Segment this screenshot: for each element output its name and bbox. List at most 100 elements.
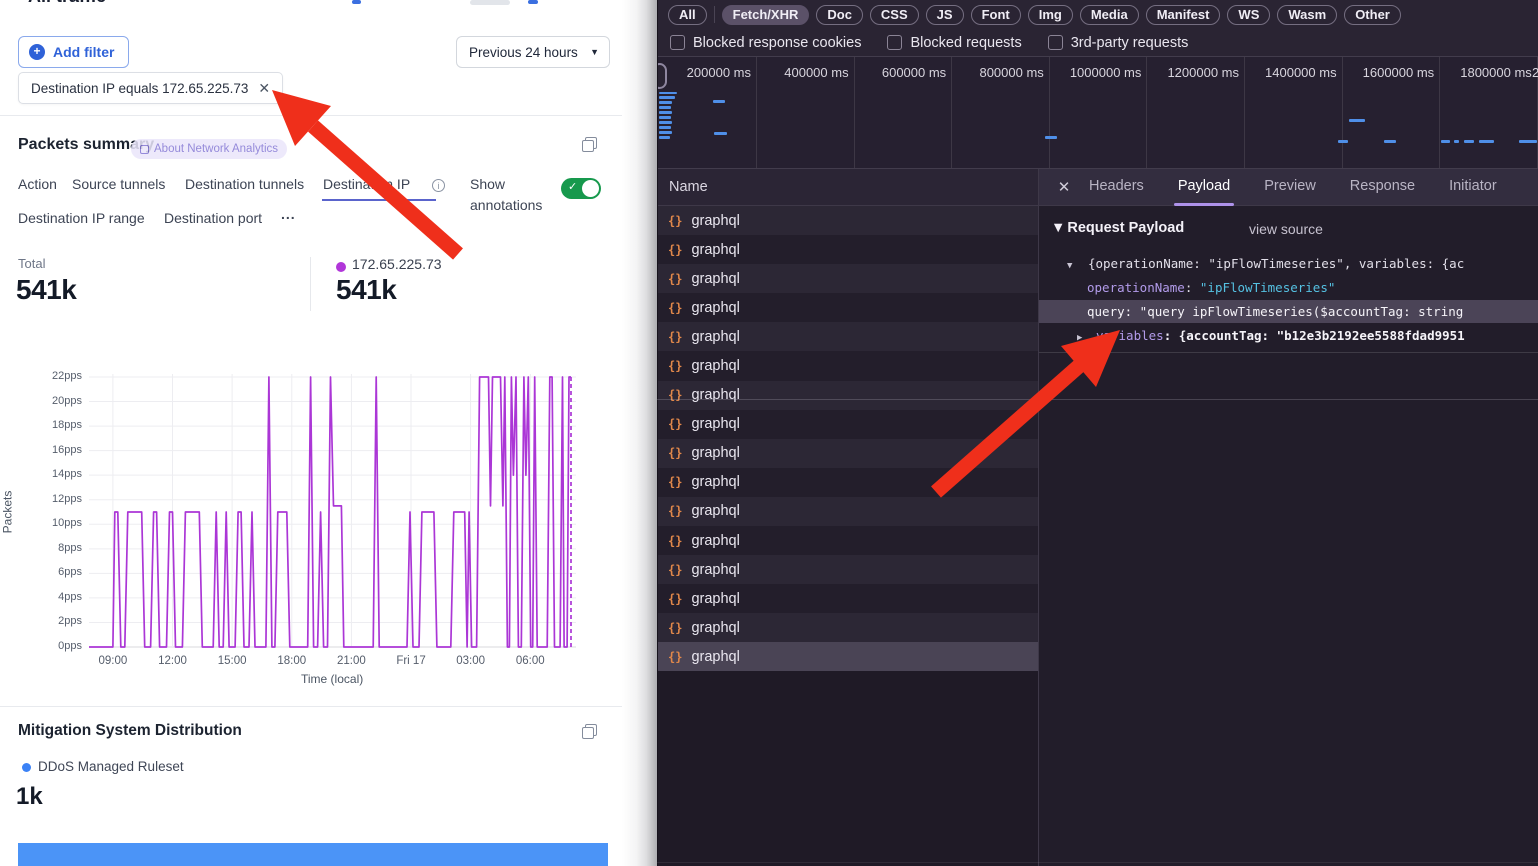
timeline-tick-label-clipped: 2 [1532,65,1538,80]
network-overview-timeline[interactable]: 200000 ms400000 ms600000 ms800000 ms1000… [658,57,1538,169]
request-row[interactable]: {}graphql [658,293,1038,322]
checkbox-blocked-response-cookies[interactable]: Blocked response cookies [670,35,861,51]
x-tick-label: 12:00 [142,655,202,667]
clipped-icon-sliver [352,0,361,4]
timeline-gridline [854,57,855,169]
request-row[interactable]: {}graphql [658,351,1038,380]
tab-destination-tunnels[interactable]: Destination tunnels [185,176,304,192]
total-label: Total [18,256,45,271]
expand-panel-icon[interactable] [582,137,597,152]
history-clock-icon [331,141,344,154]
request-row[interactable]: {}graphql [658,497,1038,526]
filter-pill-all[interactable]: All [668,5,707,25]
checkbox-label: Blocked response cookies [693,35,861,51]
x-tick-label: 03:00 [441,655,501,667]
request-row[interactable]: {}graphql [658,555,1038,584]
filter-pill-css[interactable]: CSS [870,5,919,25]
tab-preview[interactable]: Preview [1264,169,1316,206]
request-row[interactable]: {}graphql [658,468,1038,497]
json-braces-icon: {} [668,359,682,373]
close-icon[interactable]: ✕ [1039,178,1089,196]
timeline-request-mark [659,136,670,139]
remove-filter-icon[interactable]: ✕ [258,80,270,97]
y-tick-label: 12pps [30,493,82,505]
y-tick-label: 16pps [30,444,82,456]
tab-response[interactable]: Response [1350,169,1415,206]
payload-query-row[interactable]: query: "query ipFlowTimeseries($accountT… [1039,300,1538,323]
tab-destination-port[interactable]: Destination port [164,210,262,226]
tab-source-tunnels[interactable]: Source tunnels [72,176,165,192]
checkbox-label: Blocked requests [910,35,1021,51]
checkbox-3rd-party-requests[interactable]: 3rd-party requests [1048,35,1189,51]
request-name: graphql [691,300,739,316]
about-network-analytics-badge[interactable]: About Network Analytics [131,139,287,159]
tab-destination-ip-range[interactable]: Destination IP range [18,210,145,226]
payload-summary-row[interactable]: ▼ {operationName: "ipFlowTimeseries", va… [1039,252,1538,275]
request-row[interactable]: {}graphql [658,206,1038,235]
request-name: graphql [691,533,739,549]
tab-action[interactable]: Action [18,176,57,192]
filter-chip[interactable]: Destination IP equals 172.65.225.73 ✕ [18,72,283,104]
x-tick-label: 06:00 [500,655,560,667]
caret-down-icon[interactable]: ▼ [1067,261,1072,271]
request-row[interactable]: {} graphql [658,526,1038,555]
check-icon: ✓ [568,180,577,193]
payload-variables-row[interactable]: ▶ variables: {accountTag: "b12e3b2192ee5… [1039,324,1538,347]
y-tick-label: 4pps [30,591,82,603]
more-tabs-icon[interactable]: ... [281,206,296,222]
request-row[interactable]: {}graphql [658,410,1038,439]
json-braces-icon: {} [668,475,682,489]
json-braces-icon: {} [668,534,682,548]
filter-pill-font[interactable]: Font [971,5,1021,25]
info-icon: i [432,179,445,192]
json-braces-icon: {} [668,650,682,664]
expand-panel-icon[interactable] [582,724,597,739]
add-filter-button[interactable]: + Add filter [18,36,129,68]
request-row[interactable]: {}graphql [658,584,1038,613]
timeline-request-mark [1464,140,1474,143]
filter-pill-fetch-xhr[interactable]: Fetch/XHR [722,5,810,25]
devtools-bottom-edge [657,862,1538,863]
timeline-request-mark [713,100,725,103]
tab-destination-ip[interactable]: Destination IP [323,176,410,192]
timeline-request-mark [1045,136,1057,139]
timeline-tick-label: 1200000 ms [1149,65,1239,80]
request-row-selected[interactable]: {}graphql [658,642,1038,671]
request-row[interactable]: {}graphql [658,439,1038,468]
request-name: graphql [691,242,739,258]
request-type-filter-bar: All Fetch/XHR Doc CSS JS Font Img Media Manifest… [658,0,1538,29]
filter-pill-manifest[interactable]: Manifest [1146,5,1221,25]
filter-pill-doc[interactable]: Doc [816,5,863,25]
filter-pill-img[interactable]: Img [1028,5,1073,25]
request-payload-header[interactable]: ▼Request Payload [1051,220,1184,236]
tab-headers[interactable]: Headers [1089,169,1144,206]
mitigation-heading: Mitigation System Distribution [18,722,242,740]
view-source-link[interactable]: view source [1249,221,1323,237]
request-row[interactable]: {}graphql [658,264,1038,293]
request-row[interactable]: {}graphql [658,381,1038,410]
filter-pill-wasm[interactable]: Wasm [1277,5,1337,25]
timeline-tick-label: 1800000 ms [1442,65,1532,80]
y-tick-label: 0pps [30,640,82,652]
caret-right-icon[interactable]: ▶ [1077,333,1082,343]
checkbox-box[interactable] [887,35,902,50]
tab-payload[interactable]: Payload [1178,169,1230,206]
checkbox-box[interactable] [1048,35,1063,50]
request-row[interactable]: {}graphql [658,322,1038,351]
filter-pill-ws[interactable]: WS [1227,5,1270,25]
mitigation-legend-dot [22,763,31,772]
time-range-select[interactable]: Previous 24 hours ▼ [456,36,610,68]
tab-initiator[interactable]: Initiator [1449,169,1497,206]
payload-operation-row[interactable]: operationName: "ipFlowTimeseries" [1039,276,1538,299]
y-tick-label: 22pps [30,370,82,382]
checkbox-blocked-requests[interactable]: Blocked requests [887,35,1021,51]
filter-pill-js[interactable]: JS [926,5,964,25]
request-row[interactable]: {}graphql [658,235,1038,264]
filter-pill-media[interactable]: Media [1080,5,1139,25]
filter-pill-other[interactable]: Other [1344,5,1401,25]
timeline-request-mark [1479,140,1494,143]
request-row[interactable]: {}graphql [658,613,1038,642]
show-annotations-toggle[interactable]: ✓ [561,178,601,199]
checkbox-box[interactable] [670,35,685,50]
requests-column-header[interactable]: Name [658,169,1039,206]
